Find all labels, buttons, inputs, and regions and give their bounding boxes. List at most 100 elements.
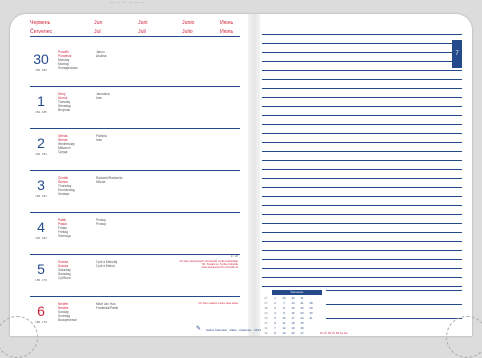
day-row: 1 181. 185 Úterý Utorok Tuesday Dienstag… bbox=[30, 88, 240, 129]
day-separator bbox=[30, 170, 240, 171]
ruled-line bbox=[326, 318, 462, 319]
ruled-line bbox=[262, 115, 462, 116]
month-label: Červenec bbox=[30, 29, 53, 35]
ruled-line bbox=[262, 133, 462, 134]
calendar-day: 19 bbox=[291, 326, 295, 330]
ruled-line bbox=[262, 88, 462, 89]
calendar-day: 2 bbox=[274, 301, 276, 305]
planner-spread: ~ ~ ~ ~ ~ ~ Червень Jun Juni Junio Июнь … bbox=[0, 0, 482, 358]
day-number: 1 bbox=[37, 93, 45, 109]
ruled-line bbox=[262, 268, 462, 269]
ruled-line bbox=[262, 169, 462, 170]
publisher-logo-icon: ✎ bbox=[196, 326, 202, 332]
day-of-year: 182. 184 bbox=[35, 152, 47, 156]
nameday-events: Jaroslava Ivan bbox=[96, 92, 110, 100]
day-number: 30 bbox=[33, 51, 49, 67]
calendar-day: 9 bbox=[283, 311, 285, 315]
nameday-events: Radomir/Radomila Mikula bbox=[96, 176, 123, 184]
weekday-names: Středa Streda Wednesday Mittwoch Среда bbox=[58, 134, 75, 154]
ruled-line bbox=[262, 142, 462, 143]
mini-calendar-title: Červenec bbox=[272, 290, 322, 295]
calendar-day: 18 bbox=[291, 321, 295, 325]
day-number: 3 bbox=[37, 177, 45, 193]
calendar-day: 15 bbox=[291, 306, 295, 310]
day-row: 4 184. 182 Pátek Piatok Friday Freitag П… bbox=[30, 214, 240, 255]
month-tab[interactable]: 7 bbox=[452, 40, 462, 68]
nameday-events: Patricia Ivan bbox=[96, 134, 107, 142]
month-label: Jun bbox=[94, 20, 103, 26]
mini-calendar-week: 31 6 11 18 25 bbox=[262, 321, 322, 326]
planner-pages: Червень Jun Juni Junio Июнь Červenec Jul… bbox=[10, 14, 472, 336]
day-number: 2 bbox=[37, 135, 45, 151]
day-row: 30 180. 186 Ponděli Pondelok Monday Mont… bbox=[30, 46, 240, 87]
weekday-names: Ponděli Pondelok Monday Montag Понедельн… bbox=[58, 50, 78, 70]
month-label: Julio bbox=[182, 29, 193, 35]
calendar-day: 28 bbox=[309, 301, 313, 305]
binding-ring-mark bbox=[446, 316, 482, 358]
mini-calendar: Červenec 27 1 29 30 31 27 2 7 14 21 28 28 3 8 15 22 29 29… bbox=[262, 290, 322, 336]
ruled-line bbox=[262, 79, 462, 80]
calendar-day: 12 bbox=[282, 326, 286, 330]
calendar-day: 27 bbox=[300, 331, 304, 335]
ruled-line bbox=[326, 304, 462, 305]
week-number: 33 bbox=[264, 331, 268, 335]
ruled-line bbox=[262, 187, 462, 188]
ruled-line bbox=[262, 97, 462, 98]
calendar-day: 8 bbox=[274, 331, 276, 335]
ruled-line bbox=[262, 124, 462, 125]
day-row: 2 182. 184 Středa Streda Wednesday Mittw… bbox=[30, 130, 240, 171]
day-separator bbox=[30, 296, 240, 297]
weekday-names: Neděle Nedeľa Sunday Sonntag Воскресенье bbox=[58, 302, 77, 322]
holiday-note: CZ: Den upálení mistra Jana Husa bbox=[198, 302, 238, 305]
week-number: 30 bbox=[264, 316, 268, 320]
calendar-day: 29 bbox=[282, 296, 286, 300]
ruled-line bbox=[262, 160, 462, 161]
calendar-day: 14 bbox=[291, 301, 295, 305]
day-separator bbox=[30, 128, 240, 129]
top-scribble: ~ ~ ~ ~ ~ ~ bbox=[110, 0, 145, 7]
ruled-line bbox=[262, 286, 462, 287]
ruled-line bbox=[262, 277, 462, 278]
mini-calendar-week: 32 7 12 19 26 bbox=[262, 326, 322, 331]
week-number: 29 bbox=[264, 311, 268, 315]
calendar-day: 13 bbox=[282, 331, 286, 335]
day-number: 4 bbox=[37, 219, 45, 235]
calendar-day: 31 bbox=[300, 296, 304, 300]
calendar-day: 21 bbox=[300, 301, 304, 305]
calendar-day: 30 bbox=[291, 296, 295, 300]
month-label: Червень bbox=[30, 20, 51, 26]
binding-ring-mark bbox=[0, 316, 38, 358]
ruled-line bbox=[262, 178, 462, 179]
month-header: Червень Jun Juni Junio Июнь Červenec Jul… bbox=[30, 20, 240, 44]
nameday-events: Jakou Akulina bbox=[96, 50, 107, 58]
calendar-day: 17 bbox=[291, 316, 295, 320]
week-corner-note: 27. 28 bbox=[230, 255, 238, 258]
ruled-line bbox=[262, 241, 462, 242]
month-label: Juli bbox=[138, 29, 146, 35]
ruled-line bbox=[262, 61, 462, 62]
calendar-day: 23 bbox=[300, 311, 304, 315]
calendar-day: 4 bbox=[274, 311, 276, 315]
month-label: Июль bbox=[220, 29, 234, 35]
day-of-year: 184. 182 bbox=[35, 236, 47, 240]
weekday-names: Úterý Utorok Tuesday Dienstag Вторник bbox=[58, 92, 71, 112]
ruled-line bbox=[262, 52, 462, 53]
holiday-note: CZ: Den slovanských věrozvěstů Cyrila a … bbox=[179, 260, 238, 270]
ruled-line bbox=[262, 43, 462, 44]
week-number: 31 bbox=[264, 321, 268, 325]
mini-calendar-week: 33 8 13 20 27 bbox=[262, 331, 322, 336]
calendar-day: 22 bbox=[300, 306, 304, 310]
calendar-day: 24 bbox=[300, 316, 304, 320]
month-label: Jul bbox=[94, 29, 101, 35]
calendar-day: 6 bbox=[274, 321, 276, 325]
calendar-day: 5 bbox=[274, 316, 276, 320]
day-of-year: 180. 186 bbox=[35, 68, 47, 72]
calendar-day: 1 bbox=[274, 296, 276, 300]
ruled-line bbox=[262, 259, 462, 260]
calendar-day: 8 bbox=[283, 306, 285, 310]
calendar-day: 25 bbox=[300, 321, 304, 325]
ruled-line bbox=[262, 250, 462, 251]
month-label: Июнь bbox=[220, 20, 234, 26]
ruled-line bbox=[262, 34, 462, 35]
day-of-year: 183. 183 bbox=[35, 194, 47, 198]
